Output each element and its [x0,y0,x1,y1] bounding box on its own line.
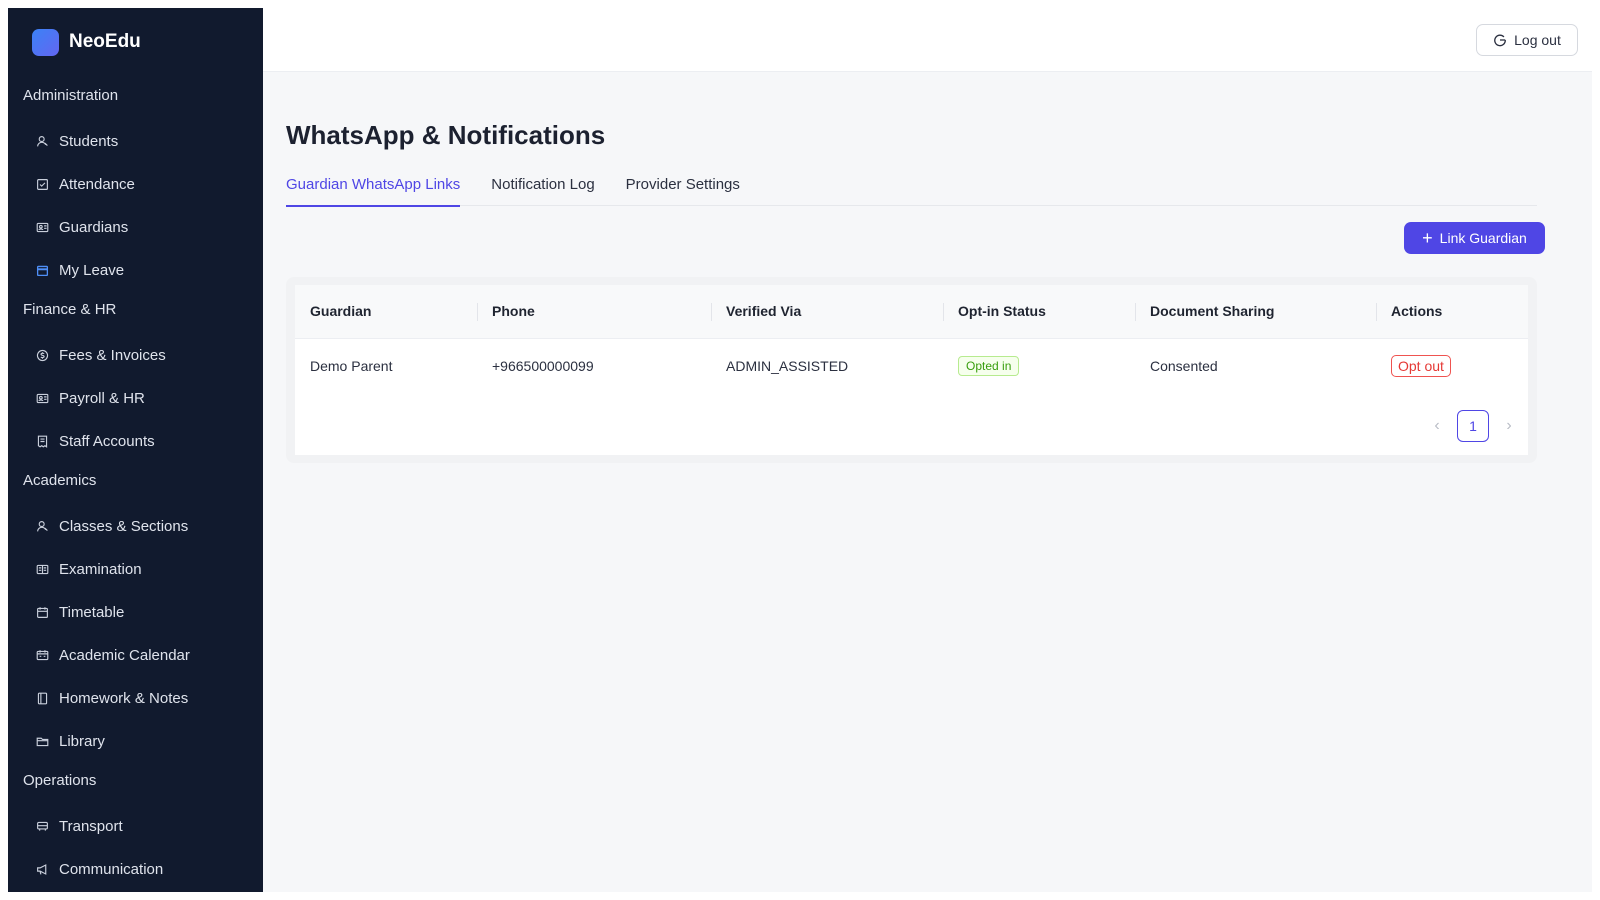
megaphone-icon [35,863,49,877]
cell-guardian: Demo Parent [310,357,393,374]
checkbox-icon [35,178,49,192]
sidebar-item-transport[interactable]: Transport [8,805,263,848]
page-title: WhatsApp & Notifications [286,120,606,150]
sidebar-item-label: Timetable [59,604,125,621]
sidebar-item-label: Staff Accounts [59,433,155,450]
main-content: WhatsApp & Notifications Guardian WhatsA… [263,72,1592,892]
sidebar-item-label: Library [59,733,105,750]
logout-label: Log out [1514,32,1561,48]
sidebar-item-timetable[interactable]: Timetable [8,591,263,634]
sidebar-item-my-leave[interactable]: My Leave [8,249,263,292]
sidebar-item-staff-accounts[interactable]: Staff Accounts [8,420,263,463]
guardian-links-table: Guardian Phone Verified Via Opt-in Statu… [295,285,1528,394]
user-icon [35,135,49,149]
sidebar-item-label: Attendance [59,176,135,193]
link-guardian-button[interactable]: + Link Guardian [1404,222,1545,254]
brand[interactable]: NeoEdu [32,28,141,56]
sidebar-item-academic-calendar[interactable]: Academic Calendar [8,634,263,677]
sidebar-item-fees-invoices[interactable]: Fees & Invoices [8,334,263,377]
nav-group-administration: Administration [23,87,119,104]
logout-icon [1494,34,1507,47]
column-header-phone[interactable]: Phone [477,285,711,338]
column-header-guardian[interactable]: Guardian [295,285,477,338]
brand-logo-icon [32,28,59,56]
plus-icon: + [1422,228,1433,248]
receipt-icon [35,435,49,449]
app-frame: NeoEdu Administration Students Attendanc… [8,8,1592,892]
column-header-verified-via[interactable]: Verified Via [711,285,943,338]
sidebar-item-label: Examination [59,561,142,578]
folder-icon [35,735,49,749]
sidebar-item-homework-notes[interactable]: Homework & Notes [8,677,263,720]
nav-group-finance-hr: Finance & HR [23,301,117,318]
bus-icon [35,820,49,834]
sidebar-item-label: Transport [59,818,123,835]
sidebar-item-label: Classes & Sections [59,518,189,535]
pagination: ‹ 1 › [1425,410,1521,442]
user-icon [35,520,49,534]
cell-phone: +966500000099 [492,357,594,374]
calendar-icon [35,649,49,663]
nav-group-academics: Academics [23,472,97,489]
cell-opt-in-status: Opted in [943,338,1135,393]
sidebar-item-communication[interactable]: Communication [8,848,263,891]
next-page-icon[interactable]: › [1497,417,1521,435]
sidebar-nav: Administration Students Attendance Guard… [8,78,263,891]
sidebar-item-label: Payroll & HR [59,390,145,407]
sidebar-item-label: Fees & Invoices [59,347,166,364]
nav-group-operations: Operations [23,772,97,789]
sidebar: NeoEdu Administration Students Attendanc… [8,8,263,892]
cell-verified-via: ADMIN_ASSISTED [726,357,849,374]
sidebar-item-label: Academic Calendar [59,647,190,664]
sidebar-item-attendance[interactable]: Attendance [8,163,263,206]
cell-actions: Opt out [1376,338,1528,393]
sidebar-item-guardians[interactable]: Guardians [8,206,263,249]
dollar-icon [35,349,49,363]
calendar-icon [35,264,49,278]
top-header: Log out [263,8,1592,72]
opt-out-button[interactable]: Opt out [1391,354,1451,377]
id-card-icon [35,221,49,235]
tab-notification-log[interactable]: Notification Log [491,171,594,206]
table-header-row: Guardian Phone Verified Via Opt-in Statu… [295,285,1528,338]
calendar-icon [35,606,49,620]
table-card: Guardian Phone Verified Via Opt-in Statu… [286,277,1537,463]
tab-guardian-whatsapp-links[interactable]: Guardian WhatsApp Links [286,171,461,207]
cell-document-sharing: Consented [1150,357,1218,374]
column-header-opt-in-status[interactable]: Opt-in Status [943,285,1135,338]
notebook-icon [35,692,49,706]
sidebar-item-label: My Leave [59,262,125,279]
logout-button[interactable]: Log out [1476,24,1578,56]
link-guardian-label: Link Guardian [1439,230,1527,246]
sidebar-item-label: Communication [59,861,164,878]
sidebar-item-label: Students [59,133,119,150]
tab-provider-settings[interactable]: Provider Settings [626,171,740,206]
prev-page-icon[interactable]: ‹ [1425,417,1449,435]
column-header-document-sharing[interactable]: Document Sharing [1135,285,1376,338]
sidebar-item-label: Guardians [59,219,129,236]
sidebar-item-library[interactable]: Library [8,720,263,763]
sidebar-item-payroll-hr[interactable]: Payroll & HR [8,377,263,420]
id-card-icon [35,392,49,406]
pagination-row: ‹ 1 › [295,393,1528,455]
tab-bar: Guardian WhatsApp Links Notification Log… [286,171,1537,207]
book-icon [35,563,49,577]
sidebar-item-label: Homework & Notes [59,690,189,707]
brand-name: NeoEdu [69,31,141,52]
table-row: Demo Parent +966500000099 ADMIN_ASSISTED… [295,338,1528,393]
sidebar-item-students[interactable]: Students [8,120,263,163]
column-header-actions: Actions [1376,285,1528,338]
page-number-current[interactable]: 1 [1457,410,1489,442]
sidebar-item-examination[interactable]: Examination [8,548,263,591]
opt-in-status-badge: Opted in [958,355,1020,376]
sidebar-item-classes-sections[interactable]: Classes & Sections [8,505,263,548]
